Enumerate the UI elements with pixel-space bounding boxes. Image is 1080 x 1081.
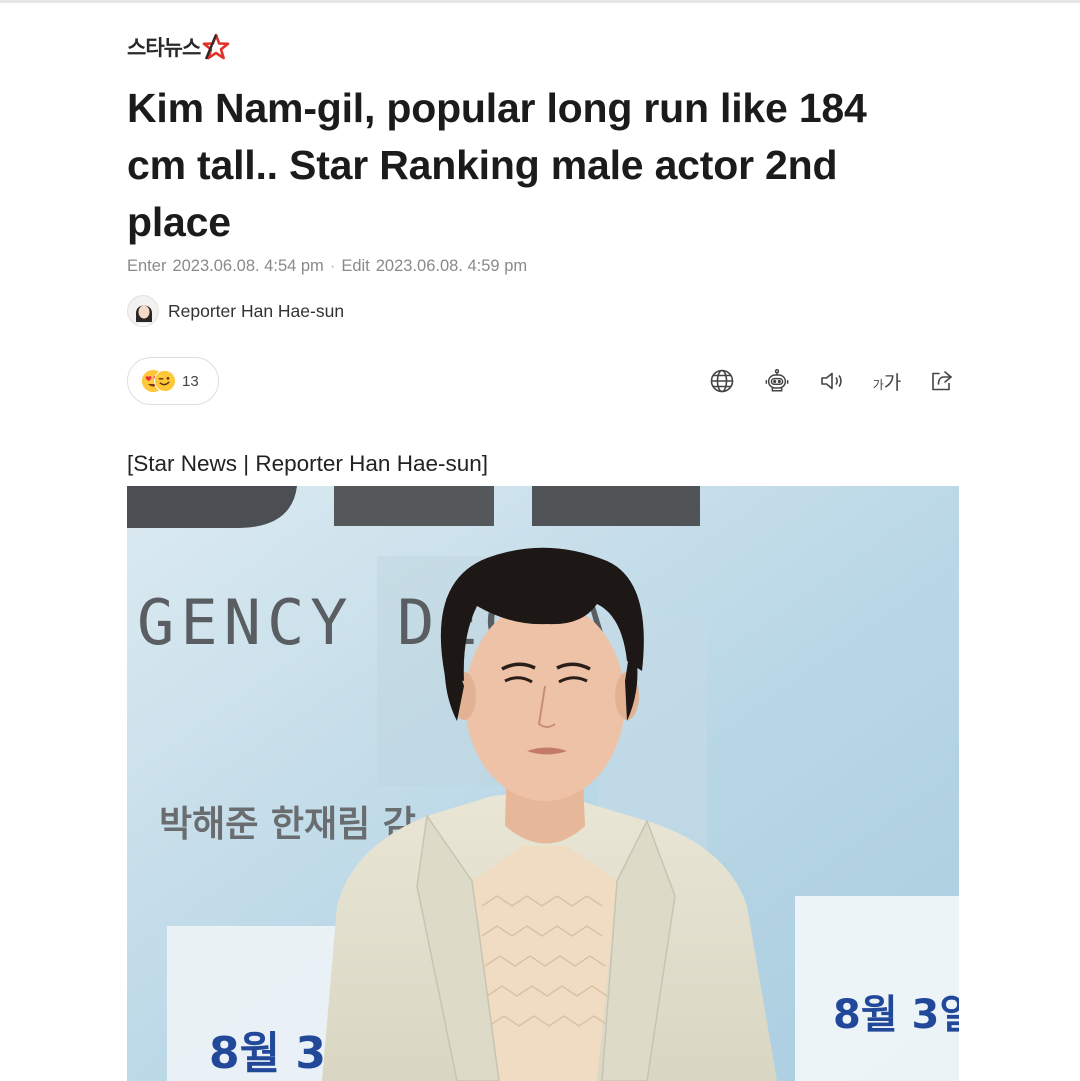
edit-label: Edit [341, 257, 370, 275]
release-date-right: 8월 3일 [833, 992, 959, 1038]
winking-emoji-icon [154, 370, 176, 392]
enter-label: Enter [127, 257, 167, 275]
edit-time: 2023.06.08. 4:59 pm [375, 257, 528, 275]
top-divider [0, 0, 1080, 3]
share-icon [932, 371, 952, 391]
reporter-name[interactable]: Reporter Han Hae-sun [168, 301, 344, 322]
reporter-avatar[interactable] [127, 295, 159, 327]
site-logo[interactable]: 스타뉴스 [127, 30, 230, 64]
font-size-icon: 가가 [872, 372, 902, 394]
meta-separator: · [329, 257, 336, 275]
backdrop-cast-names: 박해준 한재림 감 [159, 804, 416, 845]
reporter-byline[interactable]: Reporter Han Hae-sun [127, 295, 344, 327]
ai-summary-button[interactable] [760, 364, 794, 398]
reporter-photo [128, 296, 158, 326]
reaction-button[interactable]: 13 [127, 357, 219, 405]
reaction-count: 13 [182, 372, 199, 390]
translate-globe-icon [710, 369, 734, 393]
font-size-button[interactable]: 가가 [870, 364, 904, 398]
article-photo[interactable]: GENCY DECLA 박해준 한재림 감 8월 3일 8월 3일 [127, 486, 959, 1081]
speaker-icon [821, 372, 842, 390]
listen-button[interactable] [815, 364, 849, 398]
actor-photo-illustration: GENCY DECLA 박해준 한재림 감 8월 3일 8월 3일 [127, 486, 959, 1081]
share-button[interactable] [925, 364, 959, 398]
enter-time: 2023.06.08. 4:54 pm [172, 257, 324, 275]
logo-text: 스타뉴스 [127, 36, 201, 60]
article-timestamps: Enter 2023.06.08. 4:54 pm · Edit 2023.06… [127, 257, 527, 276]
article-toolbar: 가가 [684, 364, 959, 398]
article-headline: Kim Nam-gil, popular long run like 184 c… [127, 85, 867, 245]
photo-caption: [Star News | Reporter Han Hae-sun] [127, 451, 488, 476]
ai-robot-icon [765, 369, 789, 392]
translate-button[interactable] [705, 364, 739, 398]
logo-star-icon [202, 33, 230, 60]
